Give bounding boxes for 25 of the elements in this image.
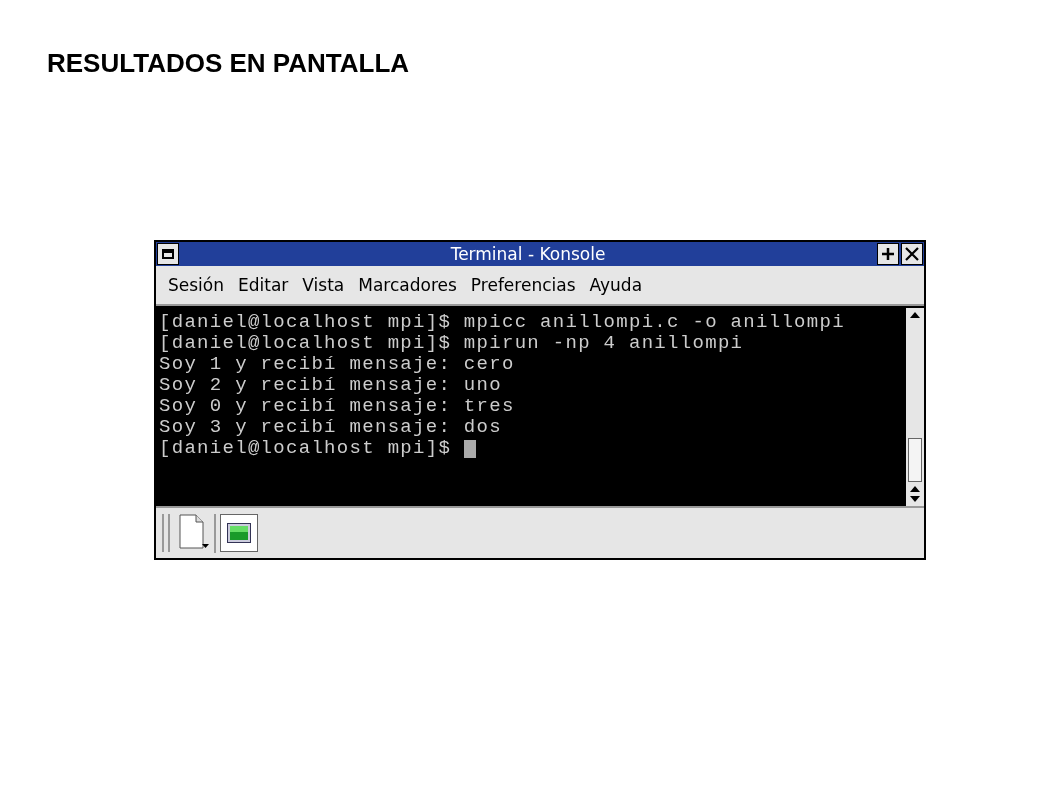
menu-item[interactable]: Sesión xyxy=(168,275,224,295)
menu-item[interactable]: Marcadores xyxy=(358,275,457,295)
scroll-up-icon[interactable] xyxy=(910,486,920,492)
scroll-up-icon[interactable] xyxy=(910,312,920,318)
scroll-thumb[interactable] xyxy=(908,438,922,482)
scroll-down-icon[interactable] xyxy=(910,496,920,502)
terminal-line: [daniel@localhost mpi]$ mpirun -np 4 anillompi xyxy=(159,333,744,354)
menu-item[interactable]: Ayuda xyxy=(589,275,643,295)
session-tab[interactable] xyxy=(220,514,258,552)
terminal-line: [daniel@localhost mpi]$ xyxy=(159,438,453,459)
menu-item[interactable]: Editar xyxy=(238,275,289,295)
monitor-icon xyxy=(227,523,251,543)
terminal-line: Soy 2 y recibí mensaje: uno xyxy=(159,375,502,396)
menu-item[interactable]: Vista xyxy=(302,275,345,295)
slide-title: RESULTADOS EN PANTALLA xyxy=(46,47,411,79)
terminal-line: Soy 0 y recibí mensaje: tres xyxy=(159,396,515,417)
terminal-line: Soy 1 y recibí mensaje: cero xyxy=(159,354,515,375)
window-menu-icon[interactable] xyxy=(157,243,179,265)
terminal-line: [daniel@localhost mpi]$ mpicc anillompi.c -o anillompi xyxy=(159,312,845,333)
toolbar-grip[interactable] xyxy=(162,514,170,552)
menu-item[interactable]: Preferencias xyxy=(470,275,576,295)
terminal-line: Soy 3 y recibí mensaje: dos xyxy=(159,417,502,438)
close-icon[interactable] xyxy=(901,243,923,265)
maximize-icon[interactable] xyxy=(877,243,899,265)
window-title: Terminal - Konsole xyxy=(449,244,607,264)
